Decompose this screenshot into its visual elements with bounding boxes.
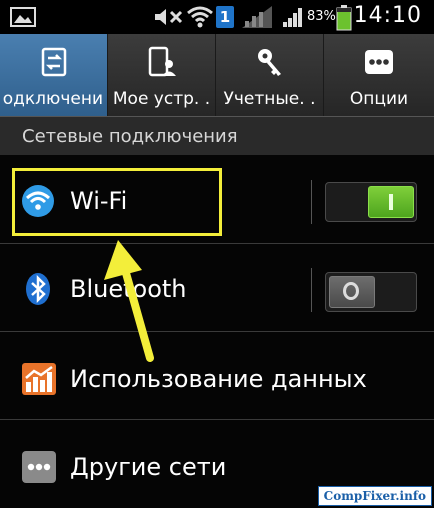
wifi-toggle[interactable] [325, 182, 417, 222]
section-title: Сетевые подключения [22, 126, 238, 147]
tab-my-device-label: Мое устр. . [112, 89, 211, 109]
battery-icon [336, 5, 352, 31]
watermark: CompFixer.info [317, 486, 432, 506]
data-usage-label: Использование данных [70, 365, 367, 393]
accounts-key-icon [257, 49, 281, 76]
annotation-arrow [104, 240, 154, 362]
wifi-highlight-box [12, 168, 222, 236]
other-networks-label: Другие сети [70, 453, 227, 481]
tab-options-label: Опции [349, 89, 409, 109]
battery-percent: 83% [307, 9, 336, 24]
tab-connections-label: одключени [2, 89, 103, 109]
row-divider [311, 180, 312, 224]
section-header: Сетевые подключения [0, 117, 434, 155]
my-device-icon [148, 46, 176, 77]
toggle-knob-on [368, 186, 414, 218]
tab-options[interactable]: Опции [324, 34, 434, 116]
tab-my-device[interactable]: Мое устр. . [108, 34, 216, 116]
gallery-icon [10, 7, 36, 27]
cell-signal-icon [283, 8, 302, 27]
settings-screen: 1 83% 14:10 одключени Мое устр. . Учетны… [0, 0, 434, 508]
notification-badge-icon: 1 [216, 6, 234, 28]
tab-accounts-label: Учетные. . [223, 89, 316, 109]
list-item-data-usage[interactable]: Использование данных [0, 334, 434, 420]
bluetooth-icon [26, 273, 50, 305]
list-item-bluetooth[interactable]: Bluetooth [0, 246, 434, 332]
status-clock: 14:10 [353, 3, 422, 28]
status-bar: 1 83% 14:10 [0, 0, 434, 34]
bluetooth-toggle[interactable] [325, 272, 417, 312]
wifi-signal-icon [187, 6, 213, 28]
toggle-knob-off [329, 276, 375, 308]
tab-accounts[interactable]: Учетные. . [216, 34, 324, 116]
tab-connections[interactable]: одключени [0, 34, 108, 116]
more-networks-icon [22, 451, 56, 483]
row-divider [311, 268, 312, 312]
options-dots-icon [365, 50, 393, 74]
no-signal-icon [242, 6, 272, 28]
connections-icon [41, 47, 66, 77]
mute-icon [155, 9, 183, 25]
settings-tab-bar: одключени Мое устр. . Учетные. . Опции [0, 34, 434, 117]
data-usage-icon [22, 363, 56, 395]
